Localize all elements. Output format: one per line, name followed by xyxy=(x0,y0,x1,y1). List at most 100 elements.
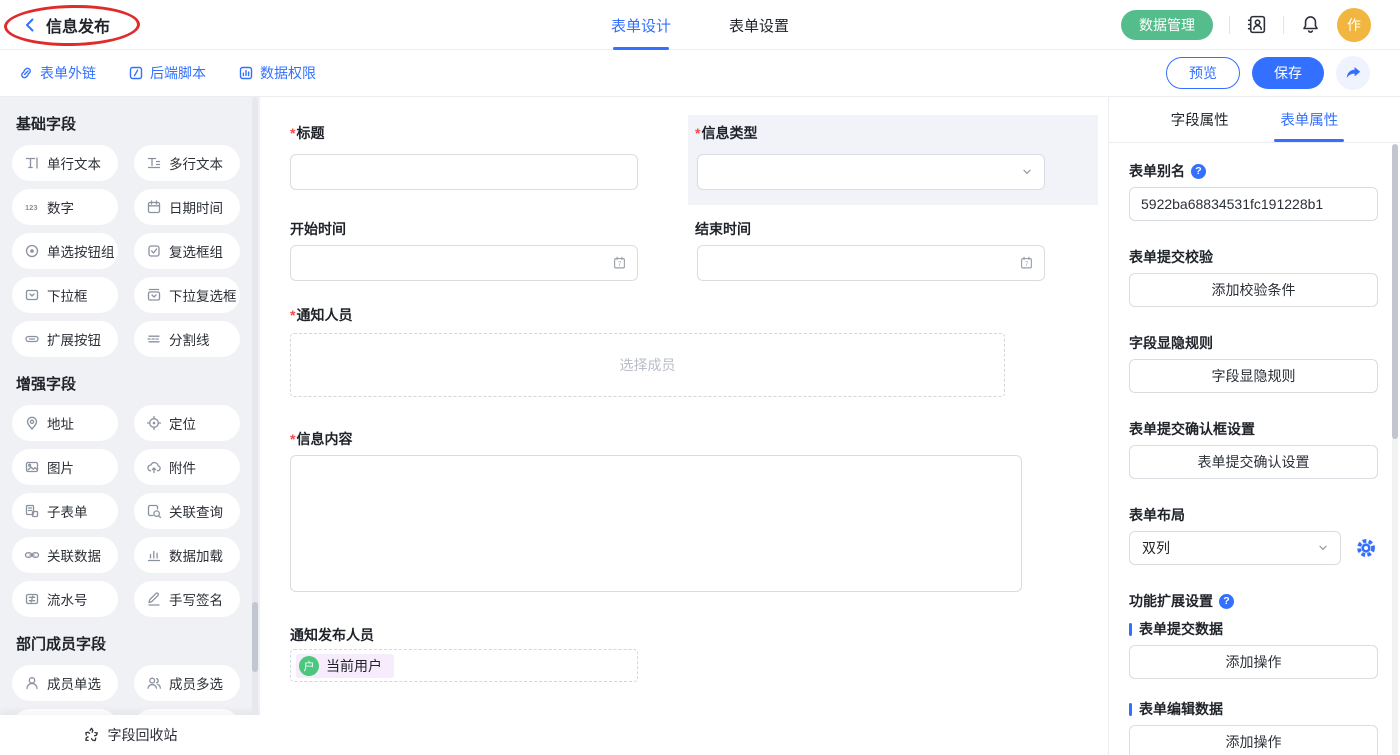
lookup-icon xyxy=(146,503,162,519)
chevron-down-icon xyxy=(1316,541,1330,555)
start-time-input[interactable]: 7 xyxy=(290,245,638,281)
form-layout-select[interactable]: 双列 xyxy=(1129,531,1341,565)
field-item-single-line-text[interactable]: 单行文本 xyxy=(12,145,118,181)
section-title-member: 部门成员字段 xyxy=(12,633,236,653)
info-type-select[interactable] xyxy=(697,154,1045,190)
form-alias-input[interactable]: 5922ba68834531fc191228b1 xyxy=(1129,187,1378,221)
main-tabs: 表单设计 表单设置 xyxy=(611,0,789,50)
svg-text:7: 7 xyxy=(618,261,622,268)
preview-button[interactable]: 预览 xyxy=(1166,57,1240,89)
field-item-divider[interactable]: 分割线 xyxy=(134,321,240,357)
visibility-rules-button[interactable]: 字段显隐规则 xyxy=(1129,359,1378,393)
tab-form-properties[interactable]: 表单属性 xyxy=(1280,97,1338,142)
field-palette-sidebar: 基础字段 单行文本 多行文本 xyxy=(0,97,260,755)
save-button[interactable]: 保存 xyxy=(1252,57,1324,89)
share-button[interactable] xyxy=(1336,56,1370,90)
gear-icon[interactable] xyxy=(1355,537,1377,559)
back-navigation[interactable]: 信息发布 xyxy=(0,13,110,37)
field-item-checkbox-group[interactable]: 复选框组 xyxy=(134,233,240,269)
add-submit-action-button[interactable]: 添加操作 xyxy=(1129,645,1378,679)
sidebar-scrollbar[interactable] xyxy=(252,97,258,715)
field-item-linked-data[interactable]: 关联数据 xyxy=(12,537,118,573)
notify-publisher-picker[interactable]: 户 当前用户 xyxy=(290,649,638,682)
field-label-end-time: 结束时间 xyxy=(695,220,751,238)
field-item-radio-group[interactable]: 单选按钮组 xyxy=(12,233,118,269)
field-item-lookup[interactable]: 关联查询 xyxy=(134,493,240,529)
end-time-input[interactable]: 7 xyxy=(697,245,1045,281)
tab-form-design[interactable]: 表单设计 xyxy=(611,0,671,50)
section-title-basic: 基础字段 xyxy=(12,113,236,133)
field-item-signature[interactable]: 手写签名 xyxy=(134,581,240,617)
help-icon[interactable]: ? xyxy=(1219,594,1234,609)
single-line-text-icon xyxy=(24,155,40,171)
external-link-action[interactable]: 表单外链 xyxy=(18,63,96,83)
field-palette-scroll[interactable]: 基础字段 单行文本 多行文本 xyxy=(0,97,260,715)
field-item-member-single[interactable]: 成员单选 xyxy=(12,665,118,701)
tab-field-properties[interactable]: 字段属性 xyxy=(1171,97,1229,142)
tab-form-settings[interactable]: 表单设置 xyxy=(729,0,789,50)
field-label-info-type: *信息类型 xyxy=(695,124,757,142)
add-edit-action-button[interactable]: 添加操作 xyxy=(1129,725,1378,755)
field-item-select[interactable]: 下拉框 xyxy=(12,277,118,313)
contacts-book-icon xyxy=(1246,14,1267,35)
panel-scrollbar[interactable] xyxy=(1392,144,1398,755)
field-recycle-bin[interactable]: 字段回收站 xyxy=(0,715,260,755)
sidebar-scrollbar-thumb[interactable] xyxy=(252,602,258,672)
form-designer-app: 信息发布 表单设计 表单设置 数据管理 xyxy=(0,0,1400,755)
extend-button-icon xyxy=(24,331,40,347)
field-item-image[interactable]: 图片 xyxy=(12,449,118,485)
top-header: 信息发布 表单设计 表单设置 数据管理 xyxy=(0,0,1400,50)
blue-bar xyxy=(1129,623,1132,636)
data-permission-icon xyxy=(238,65,254,81)
blue-bar xyxy=(1129,703,1132,716)
signature-icon xyxy=(146,591,162,607)
field-item-datetime[interactable]: 日期时间 xyxy=(134,189,240,225)
svg-text:123: 123 xyxy=(25,203,38,212)
field-item-subform[interactable]: 子表单 xyxy=(12,493,118,529)
serial-number-icon xyxy=(24,591,40,607)
header-actions: 数据管理 xyxy=(1121,8,1400,42)
field-item-data-load[interactable]: 数据加载 xyxy=(134,537,240,573)
info-content-textarea[interactable] xyxy=(290,455,1022,592)
calendar-icon: 7 xyxy=(612,256,627,271)
member-multi-icon xyxy=(146,675,162,691)
field-item-member-multi[interactable]: 成员多选 xyxy=(134,665,240,701)
help-icon[interactable]: ? xyxy=(1191,164,1206,179)
field-label-notify-publisher: 通知发布人员 xyxy=(290,626,374,644)
field-item-number[interactable]: 123 数字 xyxy=(12,189,118,225)
field-item-multi-select[interactable]: 下拉复选框 xyxy=(134,277,240,313)
notifications-button[interactable] xyxy=(1300,14,1321,35)
avatar[interactable]: 作 xyxy=(1337,8,1371,42)
field-item-address[interactable]: 地址 xyxy=(12,405,118,441)
svg-text:7: 7 xyxy=(1025,261,1029,268)
current-user-tag[interactable]: 户 当前用户 xyxy=(296,654,394,678)
backend-script-action[interactable]: 后端脚本 xyxy=(128,63,206,83)
form-canvas: *标题 *信息类型 开始时间 7 结束时间 xyxy=(260,97,1108,755)
external-link-icon xyxy=(18,65,34,81)
confirm-box-button[interactable]: 表单提交确认设置 xyxy=(1129,445,1378,479)
add-validation-button[interactable]: 添加校验条件 xyxy=(1129,273,1378,307)
confirm-box-heading: 表单提交确认框设置 xyxy=(1129,419,1378,439)
notify-members-picker[interactable]: 选择成员 xyxy=(290,333,1005,397)
field-item-attachment[interactable]: 附件 xyxy=(134,449,240,485)
data-permission-action[interactable]: 数据权限 xyxy=(238,63,316,83)
field-item-multi-line-text[interactable]: 多行文本 xyxy=(134,145,240,181)
panel-scrollbar-thumb[interactable] xyxy=(1392,144,1398,439)
title-input[interactable] xyxy=(290,154,638,190)
field-item-location[interactable]: 定位 xyxy=(134,405,240,441)
multi-line-text-icon xyxy=(146,155,162,171)
address-icon xyxy=(24,415,40,431)
properties-tabs: 字段属性 表单属性 xyxy=(1109,97,1400,143)
data-load-icon xyxy=(146,547,162,563)
data-manage-button[interactable]: 数据管理 xyxy=(1121,10,1213,40)
location-icon xyxy=(146,415,162,431)
form-toolbar: 表单外链 后端脚本 数据权限 xyxy=(0,50,1400,97)
divider xyxy=(1229,16,1230,34)
visibility-rules-heading: 字段显隐规则 xyxy=(1129,333,1378,353)
field-item-serial-number[interactable]: 流水号 xyxy=(12,581,118,617)
subform-icon xyxy=(24,503,40,519)
divider-icon xyxy=(146,331,162,347)
field-item-extend-button[interactable]: 扩展按钮 xyxy=(12,321,118,357)
contacts-book-button[interactable] xyxy=(1246,14,1267,35)
share-arrow-icon xyxy=(1344,64,1362,82)
